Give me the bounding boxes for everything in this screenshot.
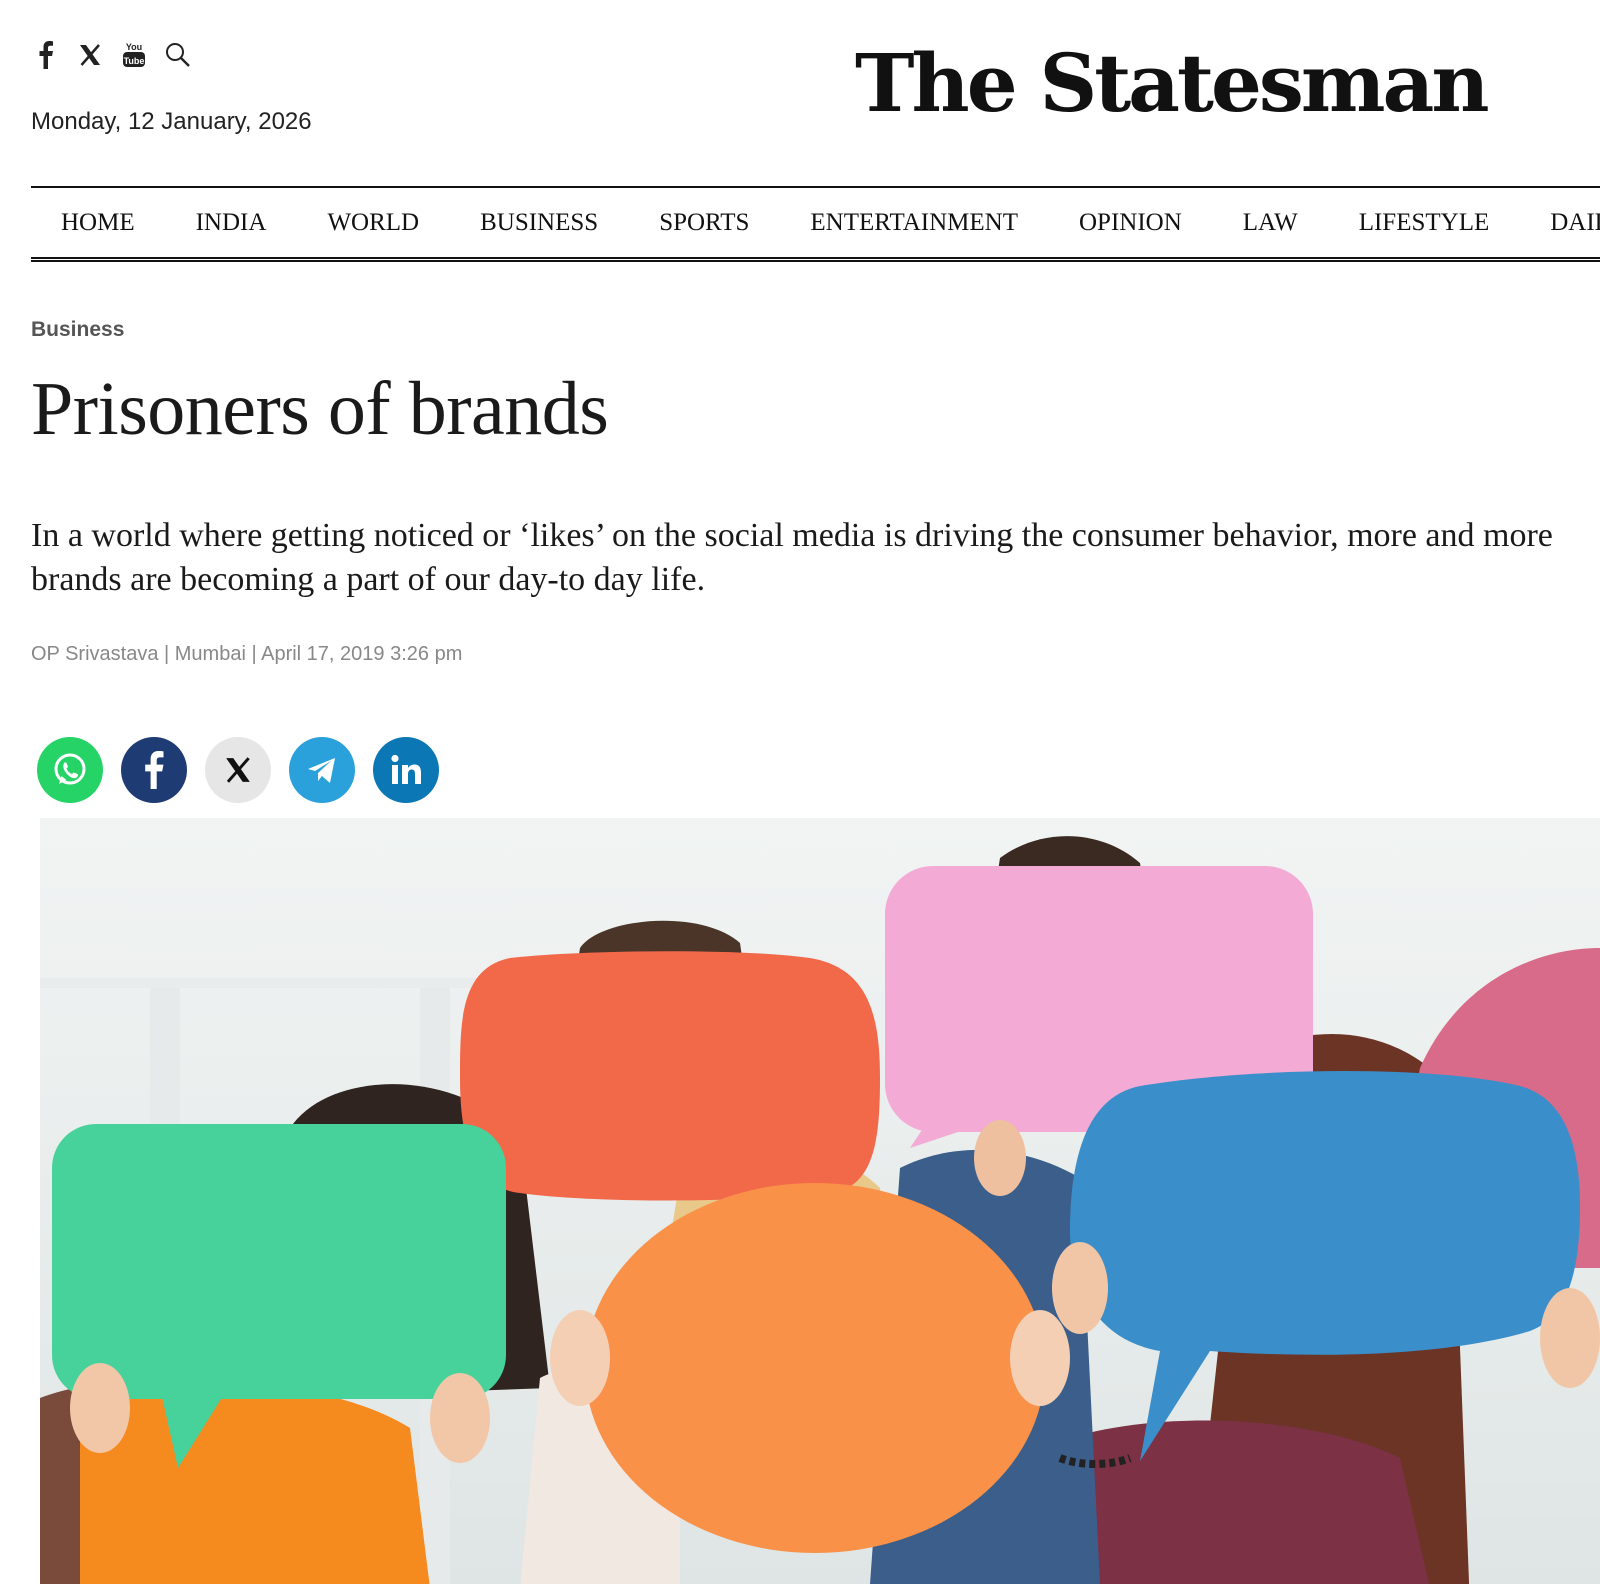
nav-item-india[interactable]: INDIA: [196, 209, 267, 237]
nav-item-world[interactable]: WORLD: [327, 209, 419, 237]
x-share-button[interactable]: [205, 737, 271, 803]
article-category[interactable]: Business: [31, 318, 124, 342]
article-summary: In a world where getting noticed or ‘lik…: [31, 517, 1553, 598]
article-hero-image: [40, 818, 1600, 1584]
nav-item-sports[interactable]: SPORTS: [659, 209, 749, 237]
search-icon[interactable]: [163, 38, 193, 72]
nav-item-home[interactable]: HOME: [61, 209, 135, 237]
facebook-icon: [145, 751, 164, 789]
nav-item-entertainment[interactable]: ENTERTAINMENT: [810, 209, 1018, 237]
facebook-share-button[interactable]: [121, 737, 187, 803]
facebook-icon[interactable]: [31, 38, 61, 72]
youtube-icon[interactable]: You Tube: [119, 38, 149, 72]
nav-item-daily[interactable]: DAILY: [1550, 209, 1600, 237]
main-navigation: HOME INDIA WORLD BUSINESS SPORTS ENTERTA…: [31, 186, 1600, 262]
current-date: Monday, 12 January, 2026: [31, 108, 312, 135]
x-icon[interactable]: [75, 38, 105, 72]
nav-item-lifestyle[interactable]: LIFESTYLE: [1359, 209, 1490, 237]
youtube-tube-text: Tube: [124, 56, 145, 66]
telegram-share-button[interactable]: [289, 737, 355, 803]
whatsapp-share-button[interactable]: [37, 737, 103, 803]
speech-bubbles-photo: [40, 818, 1600, 1584]
article-byline: OP Srivastava | Mumbai | April 17, 2019 …: [31, 643, 463, 665]
social-links: You Tube: [31, 38, 193, 72]
nav-item-law[interactable]: LAW: [1243, 209, 1298, 237]
share-bar: [37, 737, 439, 803]
linkedin-icon: [391, 754, 421, 784]
linkedin-share-button[interactable]: [373, 737, 439, 803]
site-logo[interactable]: The Statesman: [855, 36, 1490, 130]
x-icon: [226, 757, 250, 783]
nav-item-business[interactable]: BUSINESS: [480, 209, 598, 237]
nav-item-opinion[interactable]: OPINION: [1079, 209, 1182, 237]
youtube-you-text: You: [126, 42, 142, 52]
whatsapp-icon: [54, 753, 86, 785]
telegram-icon: [308, 758, 335, 783]
article-title: Prisoners of brands: [31, 367, 609, 451]
